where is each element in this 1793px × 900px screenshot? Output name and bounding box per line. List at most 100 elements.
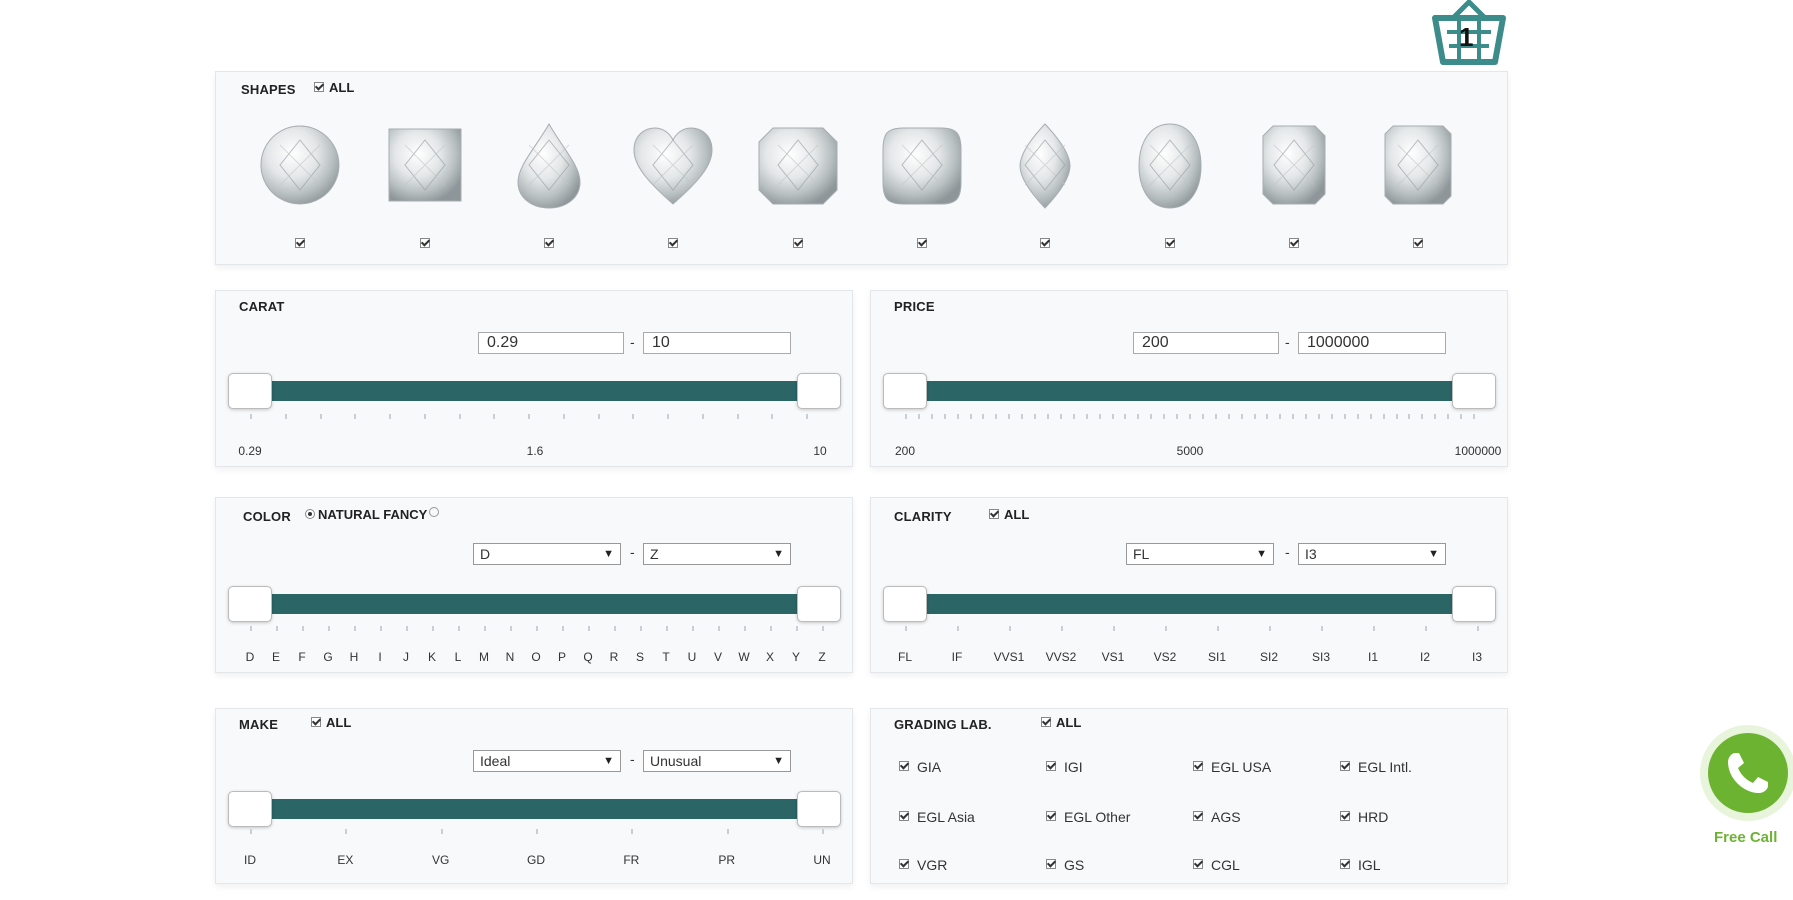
shapes-all[interactable]: ALL	[314, 80, 354, 95]
shapes-all-checkbox[interactable]	[314, 81, 324, 92]
lab-checkbox[interactable]	[1193, 761, 1203, 772]
color-slider-track[interactable]	[254, 594, 800, 614]
clarity-min-select[interactable]: FL ▼	[1126, 543, 1274, 565]
clarity-max-handle[interactable]	[1452, 586, 1496, 622]
carat-min-handle[interactable]	[228, 373, 272, 409]
diamond-princess-icon[interactable]	[380, 120, 470, 210]
lab-option-gs[interactable]: GS	[1046, 857, 1084, 873]
diamond-marquise-icon[interactable]	[1000, 120, 1090, 210]
color-min-select[interactable]: D ▼	[473, 543, 621, 565]
slider-tick	[510, 626, 512, 631]
lab-checkbox[interactable]	[1193, 859, 1203, 870]
lab-checkbox[interactable]	[899, 811, 909, 822]
make-min-select[interactable]: Ideal ▼	[473, 750, 621, 772]
lab-option-egl-asia[interactable]: EGL Asia	[899, 809, 975, 825]
slider-tick	[1253, 414, 1256, 419]
grade-label: H	[349, 650, 359, 664]
lab-checkbox[interactable]	[1046, 761, 1056, 772]
shape-radiant-checkbox[interactable]	[1413, 238, 1423, 248]
lab-checkbox[interactable]	[1340, 859, 1350, 870]
shape-cushion-checkbox[interactable]	[917, 238, 927, 248]
grading-lab-all-checkbox[interactable]	[1041, 716, 1051, 727]
slider-tick	[1343, 414, 1346, 419]
lab-checkbox[interactable]	[1340, 761, 1350, 772]
shape-heart-checkbox[interactable]	[668, 238, 678, 248]
info-icon[interactable]	[429, 507, 440, 517]
make-max-value: Unusual	[650, 753, 702, 769]
lab-checkbox[interactable]	[1046, 859, 1056, 870]
lab-label: GIA	[917, 759, 942, 775]
lab-option-hrd[interactable]: HRD	[1340, 809, 1388, 825]
lab-option-gia[interactable]: GIA	[899, 759, 941, 775]
lab-checkbox[interactable]	[1046, 811, 1056, 822]
shape-marquise-checkbox[interactable]	[1040, 238, 1050, 248]
price-min-handle[interactable]	[883, 373, 927, 409]
natural-fancy-option[interactable]: NATURAL FANCY	[305, 507, 440, 522]
diamond-emerald-icon[interactable]	[1249, 120, 1339, 210]
make-all[interactable]: ALL	[311, 715, 351, 730]
clarity-all[interactable]: ALL	[989, 507, 1029, 522]
lab-checkbox[interactable]	[899, 859, 909, 870]
free-call-widget[interactable]: Free Call	[1700, 725, 1793, 846]
natural-fancy-radio[interactable]	[305, 508, 315, 519]
slider-tick	[1008, 414, 1011, 419]
shape-asscher-checkbox[interactable]	[793, 238, 803, 248]
lab-option-ags[interactable]: AGS	[1193, 809, 1241, 825]
diamond-radiant-icon[interactable]	[1373, 120, 1463, 210]
diamond-asscher-icon[interactable]	[753, 120, 843, 210]
lab-checkbox[interactable]	[899, 761, 909, 772]
color-min-handle[interactable]	[228, 586, 272, 622]
diamond-heart-icon[interactable]	[628, 120, 718, 210]
lab-option-cgl[interactable]: CGL	[1193, 857, 1240, 873]
lab-label: GS	[1064, 857, 1085, 873]
clarity-all-checkbox[interactable]	[989, 508, 999, 519]
make-separator: -	[630, 751, 635, 767]
make-slider-track[interactable]	[254, 799, 800, 819]
lab-checkbox[interactable]	[1193, 811, 1203, 822]
make-all-checkbox[interactable]	[311, 716, 321, 727]
lab-checkbox[interactable]	[1340, 811, 1350, 822]
lab-option-igl[interactable]: IGL	[1340, 857, 1381, 873]
carat-max-input[interactable]	[643, 332, 791, 354]
grade-label: Y	[791, 650, 801, 664]
shape-round-checkbox[interactable]	[295, 238, 305, 248]
color-max-handle[interactable]	[797, 586, 841, 622]
grade-label: I3	[1471, 650, 1483, 664]
grading-lab-all[interactable]: ALL	[1041, 715, 1081, 730]
diamond-oval-icon[interactable]	[1125, 120, 1215, 210]
carat-slider-track[interactable]	[254, 381, 800, 401]
slider-tick	[440, 829, 443, 834]
price-slider-track[interactable]	[909, 381, 1455, 401]
carat-max-handle[interactable]	[797, 373, 841, 409]
shape-emerald-checkbox[interactable]	[1289, 238, 1299, 248]
price-min-input[interactable]	[1133, 332, 1279, 354]
clarity-slider-track[interactable]	[909, 594, 1455, 614]
carat-min-input[interactable]	[478, 332, 624, 354]
lab-label: IGL	[1358, 857, 1381, 873]
lab-option-vgr[interactable]: VGR	[899, 857, 947, 873]
slider-tick	[1189, 414, 1191, 419]
diamond-pear-icon[interactable]	[504, 120, 594, 210]
slider-tick	[423, 414, 426, 419]
price-max-handle[interactable]	[1452, 373, 1496, 409]
make-max-handle[interactable]	[797, 791, 841, 827]
make-max-select[interactable]: Unusual ▼	[643, 750, 791, 772]
clarity-max-select[interactable]: I3 ▼	[1298, 543, 1446, 565]
clarity-min-handle[interactable]	[883, 586, 927, 622]
lab-option-egl-usa[interactable]: EGL USA	[1193, 759, 1271, 775]
make-min-handle[interactable]	[228, 791, 272, 827]
shape-princess-checkbox[interactable]	[420, 238, 430, 248]
shape-oval-checkbox[interactable]	[1165, 238, 1175, 248]
lab-option-egl-other[interactable]: EGL Other	[1046, 809, 1130, 825]
color-max-select[interactable]: Z ▼	[643, 543, 791, 565]
price-max-input[interactable]	[1298, 332, 1446, 354]
grade-label: VG	[431, 853, 450, 867]
lab-option-egl-intl[interactable]: EGL Intl.	[1340, 759, 1412, 775]
slider-tick	[1059, 414, 1062, 419]
lab-option-igi[interactable]: IGI	[1046, 759, 1083, 775]
diamond-round-icon[interactable]	[255, 120, 345, 210]
call-button[interactable]	[1708, 733, 1788, 813]
carat-title: CARAT	[239, 299, 285, 314]
diamond-cushion-icon[interactable]	[877, 120, 967, 210]
shape-pear-checkbox[interactable]	[544, 238, 554, 248]
